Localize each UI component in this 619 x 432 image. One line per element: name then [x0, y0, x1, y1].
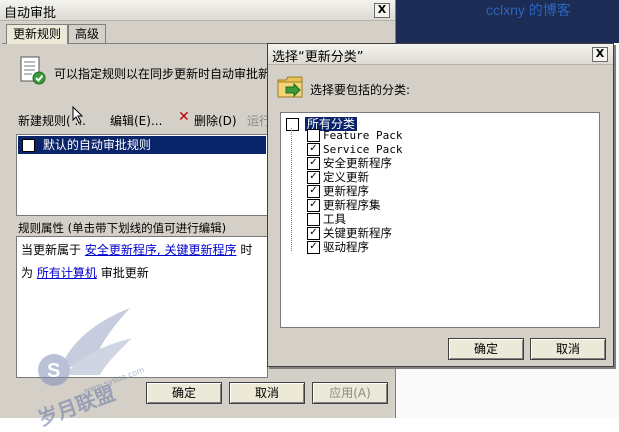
select-classifications-dialog: 选择“更新分类” X 选择要包括的分类: 所有分类 Feature Pack ✓…: [267, 43, 614, 367]
rules-list: 默认的自动审批规则: [16, 134, 268, 216]
sysue-watermark-logo: S 岁月联盟 www.sysue.com: [20, 300, 160, 431]
delete-rule-button[interactable]: 删除(D): [194, 112, 237, 129]
definition-updates-checkbox[interactable]: ✓: [307, 171, 320, 184]
computer-group-link[interactable]: 所有计算机: [37, 266, 97, 280]
class-feature-pack[interactable]: Feature Pack: [307, 129, 402, 142]
tree-connector: [291, 128, 293, 251]
window-close-button[interactable]: X: [374, 3, 390, 18]
tools-checkbox[interactable]: [307, 213, 320, 226]
update-rollups-checkbox[interactable]: ✓: [307, 199, 320, 212]
service-pack-checkbox[interactable]: ✓: [307, 143, 320, 156]
tab-update-rules[interactable]: 更新规则: [6, 24, 69, 44]
window-title: 自动审批: [4, 6, 57, 21]
mouse-cursor-icon: [72, 105, 84, 124]
class-security-updates[interactable]: ✓ 安全更新程序: [307, 157, 392, 170]
properties-header: 规则属性 (单击带下划线的值可进行编辑): [18, 221, 227, 235]
dialog-title: 选择“更新分类”: [272, 50, 364, 65]
main-apply-button[interactable]: 应用(A): [312, 382, 388, 404]
classification-link[interactable]: 安全更新程序, 关键更新程序: [85, 243, 237, 257]
rule-row-default[interactable]: 默认的自动审批规则: [18, 136, 266, 154]
blog-watermark: cclxny 的博客: [486, 2, 571, 18]
dialog-cancel-button[interactable]: 取消: [530, 338, 606, 360]
rule-checkbox[interactable]: [22, 139, 35, 152]
rule-label: 默认的自动审批规则: [42, 138, 151, 152]
critical-updates-checkbox[interactable]: ✓: [307, 227, 320, 240]
class-update-rollups[interactable]: ✓ 更新程序集: [307, 199, 381, 212]
edit-rule-button[interactable]: 编辑(E)...: [110, 112, 162, 129]
updates-checkbox[interactable]: ✓: [307, 185, 320, 198]
dialog-titlebar: 选择“更新分类” X: [268, 44, 613, 65]
dialog-ok-button[interactable]: 确定: [448, 338, 524, 360]
class-critical-updates[interactable]: ✓ 关键更新程序: [307, 227, 392, 240]
class-definition-updates[interactable]: ✓ 定义更新: [307, 171, 369, 184]
class-tools[interactable]: 工具: [307, 213, 346, 226]
properties-line-1: 当更新属于 安全更新程序, 关键更新程序 时: [21, 243, 253, 257]
class-updates[interactable]: ✓ 更新程序: [307, 185, 369, 198]
dialog-close-button[interactable]: X: [592, 47, 608, 62]
main-ok-button[interactable]: 确定: [146, 382, 222, 404]
properties-line-2: 为 所有计算机 审批更新: [21, 266, 149, 280]
svg-text:S: S: [47, 360, 60, 382]
class-service-pack[interactable]: ✓ Service Pack: [307, 143, 402, 156]
feature-pack-checkbox[interactable]: [307, 129, 320, 142]
drivers-checkbox[interactable]: ✓: [307, 241, 320, 254]
folder-arrow-icon: [276, 72, 306, 102]
main-cancel-button[interactable]: 取消: [229, 382, 305, 404]
delete-x-icon: ✕: [178, 109, 190, 125]
class-drivers[interactable]: ✓ 驱动程序: [307, 241, 369, 254]
classification-tree: 所有分类 Feature Pack ✓ Service Pack ✓ 安全更新程序 …: [280, 112, 600, 328]
security-updates-checkbox[interactable]: ✓: [307, 157, 320, 170]
dialog-prompt: 选择要包括的分类:: [310, 83, 411, 97]
rules-document-icon: [20, 56, 46, 86]
window-titlebar: 自动审批 X: [0, 0, 395, 21]
description-text: 可以指定规则以在同步更新时自动审批新: [54, 67, 271, 81]
tab-advanced[interactable]: 高级: [68, 24, 107, 43]
